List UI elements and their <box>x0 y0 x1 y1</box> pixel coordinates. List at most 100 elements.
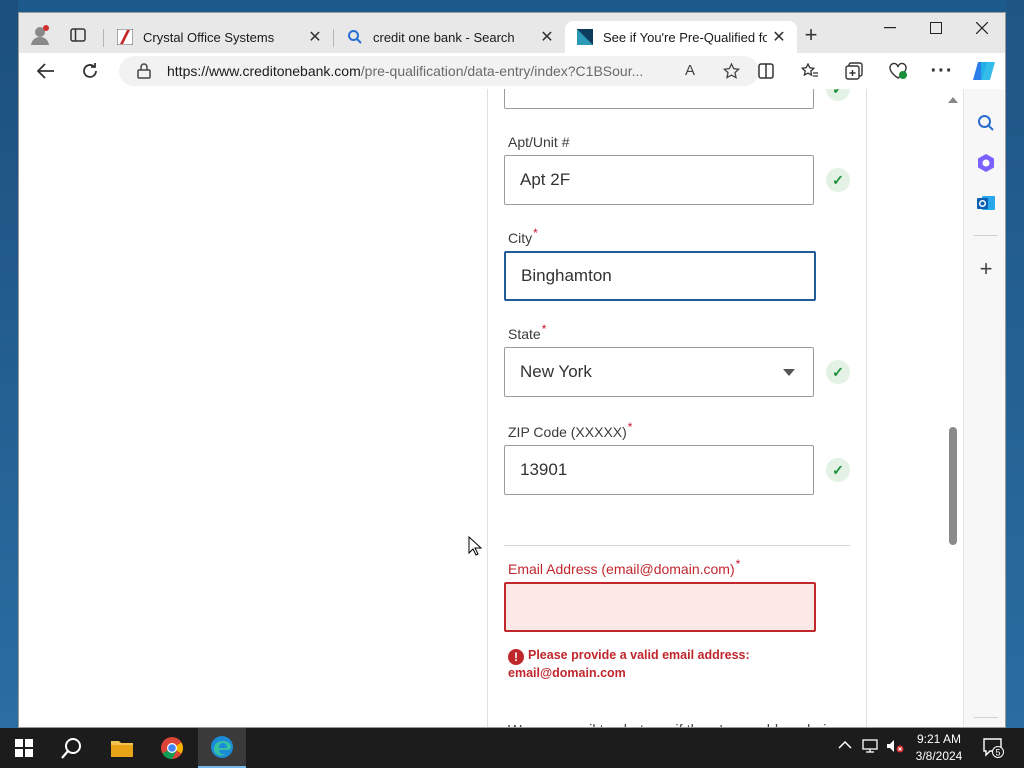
email-label-text: Email Address (email@domain.com) <box>508 561 735 577</box>
mouse-cursor-icon <box>468 536 482 556</box>
system-clock[interactable]: 9:21 AM 3/8/2024 <box>908 731 970 765</box>
close-tab-icon[interactable]: ✕ <box>535 27 559 47</box>
favorites-icon[interactable] <box>795 57 825 85</box>
outlook-icon[interactable] <box>974 191 998 215</box>
vertical-scrollbar[interactable] <box>943 89 963 727</box>
browser-essentials-icon[interactable] <box>883 57 913 85</box>
email-label: Email Address (email@domain.com)* <box>508 557 740 577</box>
email-error-message: ! Please provide a valid email address: e… <box>508 647 808 681</box>
apt-unit-field[interactable]: Apt 2F <box>504 155 814 205</box>
email-error-text: Please provide a valid email address: em… <box>508 648 750 680</box>
apt-value: Apt 2F <box>520 170 571 189</box>
url-host: https://www.creditonebank.com <box>167 63 361 79</box>
city-label-text: City <box>508 230 533 246</box>
tab-title: See if You're Pre-Qualified for a <box>603 29 767 45</box>
close-tab-icon[interactable]: ✕ <box>767 27 791 47</box>
volume-muted-icon[interactable] <box>886 738 904 757</box>
maximize-button[interactable] <box>913 13 959 43</box>
close-tab-icon[interactable]: ✕ <box>303 27 327 47</box>
tab-search[interactable]: credit one bank - Search ✕ <box>335 21 565 53</box>
desktop-background <box>0 0 1024 12</box>
network-icon[interactable] <box>862 738 880 757</box>
back-arrow-icon[interactable] <box>31 57 61 85</box>
show-hidden-icons-icon[interactable] <box>838 738 852 753</box>
address-bar[interactable]: https://www.creditonebank.com/pre-qualif… <box>119 56 759 86</box>
valid-check-icon: ✓ <box>826 89 850 101</box>
file-explorer-icon[interactable] <box>98 728 146 768</box>
tab-separator <box>103 29 104 47</box>
credit-one-favicon-icon <box>577 29 593 45</box>
edge-icon[interactable] <box>198 728 246 768</box>
copilot-sidebar-icon[interactable] <box>974 151 998 175</box>
apt-label-text: Apt/Unit # <box>508 134 570 150</box>
tab-strip: Crystal Office Systems ✕ credit one bank… <box>19 13 1005 53</box>
state-label-text: State <box>508 326 541 342</box>
zip-value: 13901 <box>520 460 568 479</box>
scroll-thumb[interactable] <box>949 427 957 545</box>
read-aloud-icon[interactable]: A <box>685 62 695 79</box>
apt-label: Apt/Unit # <box>508 134 569 150</box>
split-screen-icon[interactable] <box>751 57 781 85</box>
error-icon: ! <box>508 649 524 665</box>
more-options-icon[interactable]: ··· <box>927 57 957 85</box>
required-asterisk: * <box>627 420 633 434</box>
state-valid-check-icon: ✓ <box>826 360 850 384</box>
state-select[interactable]: New York <box>504 347 814 397</box>
close-window-button[interactable] <box>959 13 1005 43</box>
copilot-icon[interactable] <box>969 57 999 85</box>
zip-label-text: ZIP Code (XXXXX) <box>508 424 627 440</box>
desktop-background-right <box>1006 0 1024 728</box>
tab-prequalified[interactable]: See if You're Pre-Qualified for a ✕ <box>565 21 797 53</box>
notifications-icon[interactable]: 5 <box>982 736 1004 761</box>
search-icon[interactable] <box>974 111 998 135</box>
state-value: New York <box>520 362 592 381</box>
taskbar: 9:21 AM 3/8/2024 5 <box>0 728 1024 768</box>
address-field[interactable] <box>504 89 814 109</box>
edge-sidebar: + <box>963 89 1005 727</box>
notification-count: 5 <box>995 748 1000 758</box>
start-button[interactable] <box>0 728 48 768</box>
search-favicon-icon <box>348 30 362 44</box>
profile-icon[interactable] <box>27 22 53 48</box>
clock-time: 9:21 AM <box>916 732 962 746</box>
zip-valid-check-icon: ✓ <box>826 458 850 482</box>
lock-icon[interactable] <box>137 63 151 79</box>
tab-actions-icon[interactable] <box>65 22 91 48</box>
scroll-up-arrow-icon[interactable] <box>948 97 958 103</box>
navigation-bar: https://www.creditonebank.com/pre-qualif… <box>19 53 1005 89</box>
tab-separator <box>333 29 334 47</box>
url-path: /pre-qualification/data-entry/index?C1BS… <box>360 63 644 79</box>
browser-window: Crystal Office Systems ✕ credit one bank… <box>18 12 1006 728</box>
zip-label: ZIP Code (XXXXX)* <box>508 420 632 440</box>
chrome-icon[interactable] <box>148 728 196 768</box>
clock-date: 3/8/2024 <box>915 749 963 763</box>
section-divider <box>504 545 850 546</box>
required-asterisk: * <box>533 226 538 240</box>
minimize-button[interactable] <box>867 13 913 43</box>
city-label: City* <box>508 226 538 246</box>
crystal-office-favicon-icon <box>117 29 133 45</box>
tab-crystal-office[interactable]: Crystal Office Systems ✕ <box>105 21 333 53</box>
email-info-text: We use email to alert you if there's a p… <box>508 719 858 727</box>
sidebar-separator <box>974 235 998 236</box>
page-content: ✓ Apt/Unit # Apt 2F ✓ City* Binghamton S… <box>19 89 963 727</box>
email-field[interactable] <box>504 582 816 632</box>
required-asterisk: * <box>735 557 741 571</box>
new-tab-button[interactable]: + <box>799 24 823 48</box>
city-value: Binghamton <box>521 266 612 285</box>
required-asterisk: * <box>541 322 547 336</box>
sidebar-separator <box>974 717 998 718</box>
refresh-icon[interactable] <box>75 57 105 85</box>
desktop-background-left <box>0 0 18 728</box>
chevron-down-icon[interactable] <box>783 369 795 376</box>
collections-icon[interactable] <box>839 57 869 85</box>
zip-code-field[interactable]: 13901 <box>504 445 814 495</box>
favorite-star-icon[interactable] <box>723 63 740 79</box>
search-taskbar-icon[interactable] <box>48 728 96 768</box>
apt-valid-check-icon: ✓ <box>826 168 850 192</box>
url-text: https://www.creditonebank.com/pre-qualif… <box>167 63 643 79</box>
tab-title: Crystal Office Systems <box>143 29 275 45</box>
prequalification-form: ✓ Apt/Unit # Apt 2F ✓ City* Binghamton S… <box>487 89 867 727</box>
add-sidebar-app-icon[interactable]: + <box>974 256 998 281</box>
city-field[interactable]: Binghamton <box>504 251 816 301</box>
